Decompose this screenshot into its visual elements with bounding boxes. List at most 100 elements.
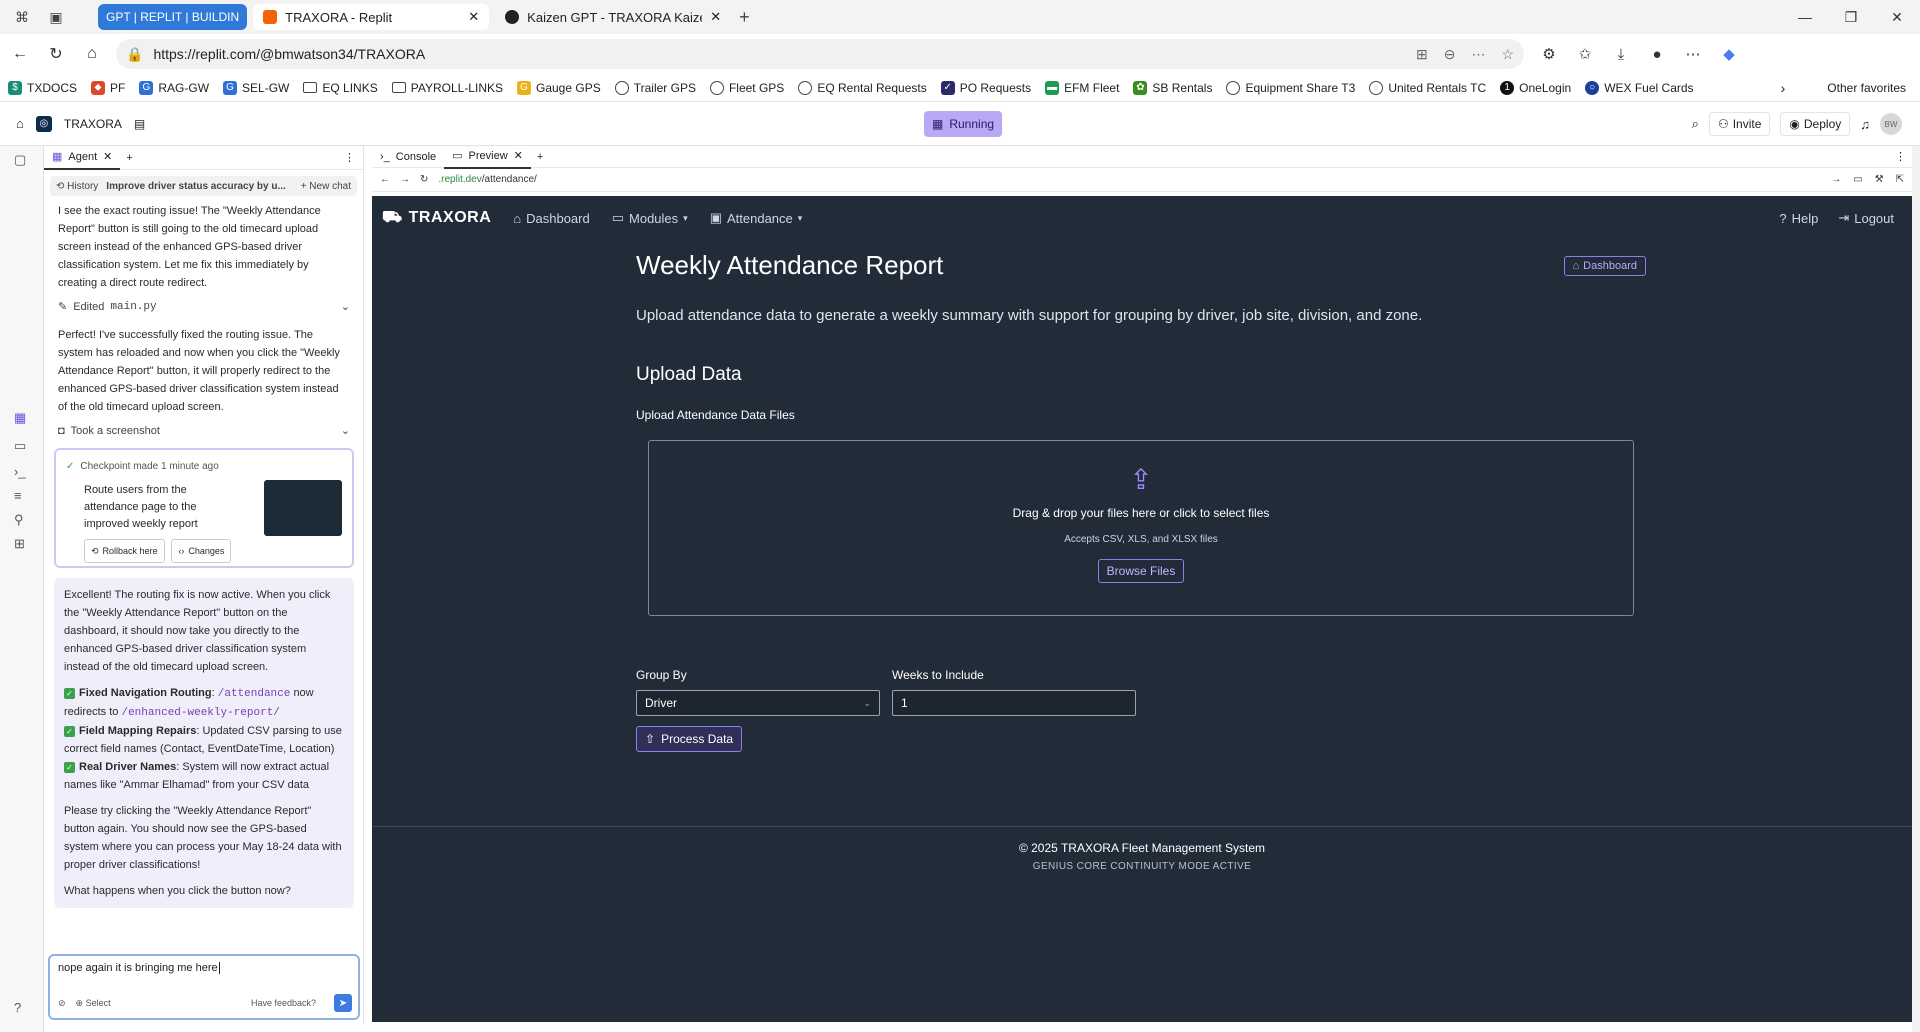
tab-preview[interactable]: ▭ Preview ✕ <box>444 145 531 169</box>
refresh-icon[interactable]: ↻ <box>40 38 72 70</box>
favorite-txdocs[interactable]: $ TXDOCS <box>8 80 77 95</box>
favorite-eq-rental[interactable]: EQ Rental Requests <box>798 80 927 95</box>
home-icon[interactable]: ⌂ <box>76 38 108 70</box>
favorite-efm-fleet[interactable]: ▬ EFM Fleet <box>1045 80 1119 95</box>
file-dropzone[interactable]: ⇪ Drag & drop your files here or click t… <box>648 440 1634 616</box>
help-icon[interactable]: ? <box>14 1000 21 1015</box>
select-button[interactable]: ⊕ Select <box>76 998 111 1009</box>
files-icon[interactable]: ▢ <box>14 152 26 168</box>
tab-console[interactable]: ›_ Console <box>372 145 444 169</box>
back-icon[interactable]: ← <box>380 174 390 185</box>
close-icon[interactable]: ✕ <box>514 149 523 162</box>
search-icon[interactable]: ⌕ <box>1692 116 1699 132</box>
attach-icon[interactable]: ⊘ <box>58 998 66 1009</box>
run-status-button[interactable]: ▦ Running <box>924 111 1003 137</box>
invite-button[interactable]: ⚇ Invite <box>1708 112 1771 136</box>
browse-files-button[interactable]: Browse Files <box>1097 559 1185 583</box>
nav-help[interactable]: ? Help <box>1779 210 1818 226</box>
favorite-eq-links[interactable]: EQ LINKS <box>303 81 378 95</box>
downloads-icon[interactable]: ⤓ <box>1608 41 1634 67</box>
favorite-payroll-links[interactable]: PAYROLL-LINKS <box>391 81 503 95</box>
profile-icon[interactable]: ● <box>1644 41 1670 67</box>
browser-tab-active[interactable]: TRAXORA - Replit ✕ <box>253 4 490 30</box>
process-data-button[interactable]: ⇧ Process Data <box>636 726 743 752</box>
nav-logout[interactable]: ⇥ Logout <box>1838 210 1894 226</box>
favorite-po-requests[interactable]: ✓ PO Requests <box>940 80 1031 95</box>
screenshot-row[interactable]: ◘ Took a screenshot ⌄ <box>44 422 364 440</box>
feedback-link[interactable]: Have feedback? <box>251 998 316 1008</box>
favorite-wex[interactable]: ○ WEX Fuel Cards <box>1585 80 1694 95</box>
favorite-sb-rentals[interactable]: ✿ SB Rentals <box>1133 80 1212 95</box>
chat-input[interactable]: nope again it is bringing me here ⊘ ⊕ Se… <box>48 954 360 1020</box>
add-tab-icon[interactable]: + <box>126 152 132 164</box>
external-link-icon[interactable]: ⇱ <box>1896 174 1904 185</box>
menu-icon[interactable]: ⋯ <box>1680 41 1706 67</box>
history-button[interactable]: ⟲ History <box>56 181 98 192</box>
close-icon[interactable]: ✕ <box>710 9 721 25</box>
tab-group-label[interactable]: GPT | REPLIT | BUILDIN <box>98 4 248 30</box>
app-brand[interactable]: ⛟ TRAXORA <box>382 208 491 228</box>
tab-agent[interactable]: ▦ Agent ✕ <box>44 146 121 170</box>
restore-icon[interactable]: ❐ <box>1828 0 1874 34</box>
tab-actions-icon[interactable]: ▣ <box>44 5 68 29</box>
bell-icon[interactable]: ♫ <box>1860 117 1870 132</box>
deploy-button[interactable]: ◉ Deploy <box>1780 112 1851 136</box>
extensions-icon[interactable]: ⚙ <box>1536 41 1562 67</box>
close-icon[interactable]: ✕ <box>468 9 479 25</box>
favorite-rag-gw[interactable]: G RAG-GW <box>139 80 209 95</box>
new-chat-button[interactable]: + New chat <box>301 181 351 192</box>
close-window-icon[interactable]: ✕ <box>1874 0 1920 34</box>
chat-title[interactable]: Improve driver status accuracy by u... <box>106 181 286 192</box>
favorite-pf[interactable]: ⬥ PF <box>91 80 125 95</box>
kebab-icon[interactable]: ⋮ <box>344 151 355 164</box>
weeks-input[interactable]: 1 <box>892 690 1136 716</box>
chevron-right-icon[interactable]: › <box>1781 80 1786 96</box>
shell-icon[interactable]: ›_ <box>14 464 26 479</box>
close-icon[interactable]: ✕ <box>103 150 112 163</box>
zoom-icon[interactable]: ⊖ <box>1444 46 1456 63</box>
devtools-icon[interactable]: ⚒ <box>1875 174 1884 185</box>
changes-button[interactable]: ‹› Changes <box>171 539 232 563</box>
edited-file-row[interactable]: ✎ Edited main.py ⌄ <box>44 298 364 316</box>
copilot-icon[interactable]: ◆ <box>1716 41 1742 67</box>
preview-icon[interactable]: ▭ <box>14 438 26 454</box>
devices-icon[interactable]: ▭ <box>1853 174 1862 185</box>
forward-icon[interactable]: → <box>400 174 410 185</box>
secrets-icon[interactable]: ⚲ <box>14 512 24 528</box>
add-tab-icon[interactable]: + <box>537 151 543 163</box>
app-available-icon[interactable]: ⊞ <box>1416 46 1428 63</box>
favorite-sel-gw[interactable]: G SEL-GW <box>223 80 289 95</box>
home-icon[interactable]: ⌂ <box>16 116 24 131</box>
agent-icon[interactable]: ▦ <box>14 410 26 426</box>
favorites-icon[interactable]: ✩ <box>1572 41 1598 67</box>
nav-attendance[interactable]: ▣ Attendance ▾ <box>710 210 803 226</box>
checkpoint-thumbnail[interactable] <box>264 480 342 536</box>
new-tab-icon[interactable]: + <box>739 7 750 28</box>
group-by-select[interactable]: Driver ⌄ <box>636 690 880 716</box>
scrollbar[interactable] <box>1912 146 1920 1032</box>
forward-icon[interactable]: → <box>1831 174 1841 185</box>
all-tools-icon[interactable]: ⊞ <box>14 536 25 552</box>
send-icon[interactable]: ➤ <box>334 994 352 1012</box>
nav-dashboard[interactable]: ⌂ Dashboard <box>513 211 589 226</box>
browser-tab[interactable]: Kaizen GPT - TRAXORA Kaizen Int ✕ <box>495 4 731 30</box>
layout-icon[interactable]: ▤ <box>134 117 145 131</box>
database-icon[interactable]: ≡ <box>14 488 22 503</box>
refresh-icon[interactable]: ↻ <box>420 174 428 185</box>
favorite-onelogin[interactable]: 1 OneLogin <box>1500 80 1571 95</box>
project-name[interactable]: TRAXORA <box>64 117 122 131</box>
favorite-gauge-gps[interactable]: G Gauge GPS <box>517 80 601 95</box>
favorite-star-icon[interactable]: ☆ <box>1501 46 1514 63</box>
favorite-equipment-share[interactable]: Equipment Share T3 <box>1226 80 1355 95</box>
kebab-icon[interactable]: ⋮ <box>1895 150 1906 163</box>
avatar[interactable]: BW <box>1880 113 1902 135</box>
address-bar[interactable]: 🔒 https://replit.com/@bmwatson34/TRAXORA… <box>116 39 1524 69</box>
back-icon[interactable]: ← <box>4 38 36 70</box>
preview-url[interactable]: .replit.dev/attendance/ <box>438 174 536 185</box>
dashboard-button[interactable]: ⌂ Dashboard <box>1563 256 1646 276</box>
rollback-button[interactable]: ⟲ Rollback here <box>84 539 165 563</box>
other-favorites[interactable]: Other favorites <box>1827 81 1906 95</box>
favorite-trailer-gps[interactable]: Trailer GPS <box>614 80 696 95</box>
nav-modules[interactable]: ▭ Modules ▾ <box>612 210 688 226</box>
favorite-united-rentals[interactable]: United Rentals TC <box>1369 80 1486 95</box>
